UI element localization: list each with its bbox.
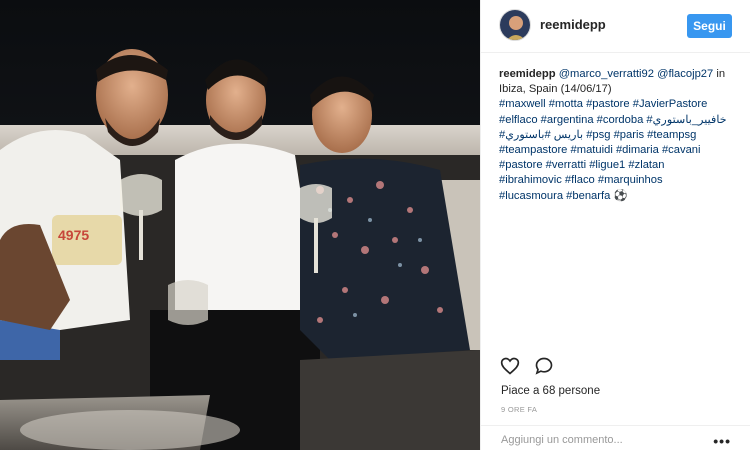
caption-mention[interactable]: @flacojp27 (657, 68, 713, 80)
post-sidebar: reemidepp Segui reemidepp @marco_verratt… (480, 0, 750, 450)
caption-hashtag[interactable]: #ligue1 (589, 159, 625, 171)
likes-count[interactable]: Piace a 68 persone (501, 385, 600, 397)
caption-hashtag[interactable]: #teampsg (647, 129, 696, 141)
caption-hashtag[interactable]: #ibrahimovic (499, 174, 562, 186)
caption-hashtag[interactable]: #marquinhos (598, 174, 663, 186)
caption-hashtag[interactable]: #argentina (541, 114, 594, 126)
avatar[interactable] (499, 9, 531, 41)
post-timestamp: 9 ORE FA (501, 405, 538, 414)
caption-hashtag[interactable]: #flaco (565, 174, 595, 186)
comment-input[interactable]: Aggiungi un commento... (501, 434, 623, 446)
caption-hashtag[interactable]: #pastore (586, 98, 630, 110)
instagram-post-view: 4975 reemidepp Segui reemidepp @marco_ve… (0, 0, 750, 450)
caption-hashtag[interactable]: #cavani (662, 144, 701, 156)
post-caption: reemidepp @marco_verratti92 @flacojp27 i… (499, 67, 739, 204)
caption-hashtag[interactable]: #dimaria (616, 144, 659, 156)
caption-hashtag[interactable]: #elflaco (499, 114, 538, 126)
soccer-ball-icon: ⚽ (613, 189, 628, 202)
caption-hashtag[interactable]: #zlatan (628, 159, 664, 171)
more-options-button[interactable]: ••• (713, 433, 731, 449)
caption-hashtag[interactable]: #خافيير_باستوري (646, 114, 726, 126)
caption-mention[interactable]: @marco_verratti92 (559, 68, 654, 80)
header-username[interactable]: reemidepp (540, 17, 606, 32)
caption-hashtag[interactable]: #lucasmoura (499, 190, 563, 202)
caption-hashtag[interactable]: #matuidi (571, 144, 613, 156)
post-photo[interactable]: 4975 (0, 0, 480, 450)
caption-hashtag[interactable]: #cordoba (597, 114, 644, 126)
heart-icon[interactable] (500, 356, 520, 381)
caption-hashtag[interactable]: #paris (614, 129, 644, 141)
comment-bubble-icon[interactable] (534, 356, 554, 381)
comment-area: Aggiungi un commento... ••• (481, 425, 750, 451)
avatar-image (500, 10, 530, 40)
caption-hashtag[interactable]: #maxwell (499, 98, 546, 110)
svg-text:4975: 4975 (58, 227, 89, 243)
caption-hashtag[interactable]: #psg (586, 129, 610, 141)
caption-hashtag[interactable]: #motta (549, 98, 583, 110)
caption-hashtag[interactable]: #JavierPastore (633, 98, 708, 110)
follow-button[interactable]: Segui (687, 14, 732, 38)
caption-hashtag[interactable]: #verratti (546, 159, 586, 171)
caption-username[interactable]: reemidepp (499, 68, 556, 80)
post-header: reemidepp Segui (481, 0, 750, 53)
post-actions (481, 356, 750, 376)
caption-hashtag[interactable]: #pastore (499, 159, 543, 171)
post-photo-illustration: 4975 (0, 0, 480, 450)
caption-hashtag[interactable]: #benarfa (566, 190, 610, 202)
caption-hashtag[interactable]: #teampastore (499, 144, 567, 156)
caption-hashtag[interactable]: #باستوري (505, 129, 550, 141)
